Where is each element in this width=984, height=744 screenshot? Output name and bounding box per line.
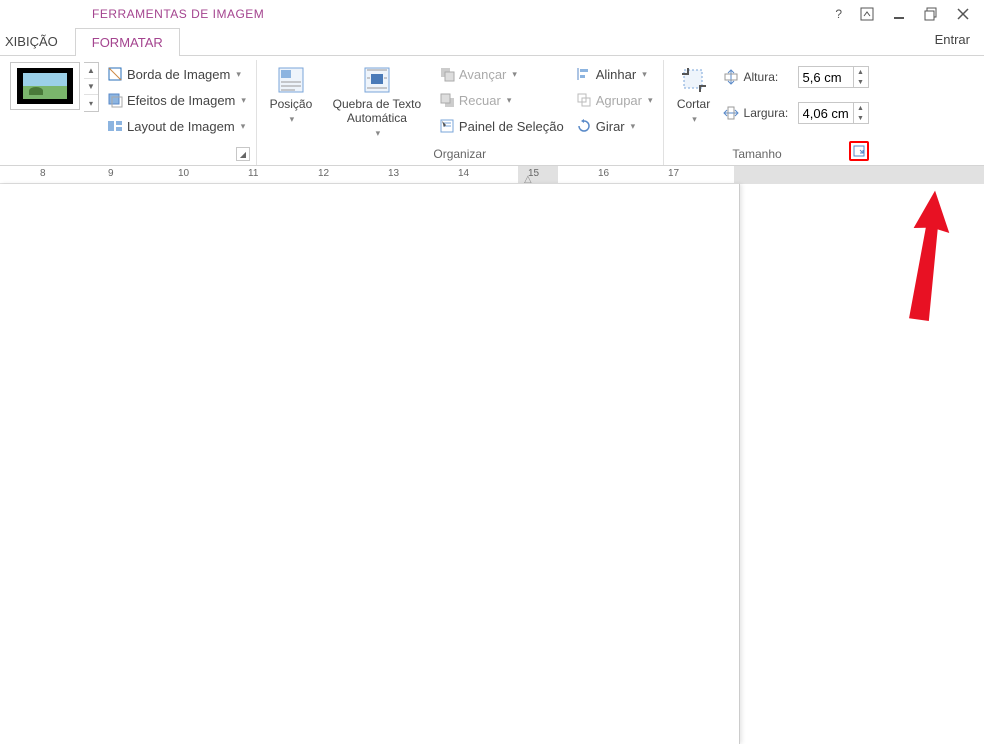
group-icon [576, 92, 592, 108]
crop-label: Cortar [677, 98, 710, 112]
group-button[interactable]: Agrupar ▾ [572, 88, 657, 112]
position-button[interactable]: Posição ▾ [263, 62, 319, 127]
picture-effects-label: Efeitos de Imagem [127, 93, 235, 108]
signin-link[interactable]: Entrar [935, 32, 970, 47]
spin-up-icon[interactable]: ▲ [854, 103, 868, 113]
group-size-label: Tamanho [670, 145, 869, 165]
ruler-number: 9 [108, 168, 114, 179]
group-styles-label: ◢ [10, 145, 250, 165]
selection-pane-button[interactable]: Painel de Seleção [435, 114, 568, 138]
bring-forward-icon [439, 66, 455, 82]
ribbon-tabs: XIBIÇÃO FORMATAR Entrar [0, 28, 984, 56]
page[interactable] [0, 184, 740, 744]
spin-up-icon[interactable]: ▲ [854, 67, 868, 77]
selection-pane-icon [439, 118, 455, 134]
ruler-number: 14 [458, 168, 469, 179]
dropdown-icon: ▾ [507, 95, 512, 106]
context-tab-title: FERRAMENTAS DE IMAGEM [80, 7, 276, 21]
picture-layout-button[interactable]: Layout de Imagem ▾ [103, 114, 250, 138]
picture-effects-button[interactable]: Efeitos de Imagem ▾ [103, 88, 250, 112]
height-label: Altura: [744, 70, 794, 84]
title-bar: FERRAMENTAS DE IMAGEM ? [0, 0, 984, 28]
send-backward-button[interactable]: Recuar ▾ [435, 88, 568, 112]
rotate-icon [576, 118, 592, 134]
tab-exibicao[interactable]: XIBIÇÃO [0, 27, 75, 55]
height-field[interactable] [799, 70, 853, 85]
ruler-number: 11 [248, 168, 258, 179]
crop-button[interactable]: Cortar ▾ [670, 62, 718, 127]
group-picture-styles: ▲ ▼ ▾ Borda de Imagem ▾ Efeitos de Image… [4, 60, 257, 165]
dropdown-icon: ▾ [241, 95, 246, 106]
help-icon[interactable]: ? [835, 7, 842, 21]
spin-down-icon[interactable]: ▼ [854, 77, 868, 87]
gallery-up-icon[interactable]: ▲ [84, 63, 98, 79]
ruler-number: 10 [178, 168, 189, 179]
dropdown-icon: ▾ [642, 69, 647, 80]
height-icon [722, 68, 740, 86]
rotate-label: Girar [596, 119, 625, 134]
horizontal-ruler[interactable]: 8 9 10 11 12 13 14 15 16 17 △ [0, 166, 984, 184]
ruler-number: 13 [388, 168, 399, 179]
picture-effects-icon [107, 92, 123, 108]
align-icon [576, 66, 592, 82]
selection-pane-label: Painel de Seleção [459, 119, 564, 134]
close-icon[interactable] [956, 7, 970, 21]
spin-down-icon[interactable]: ▼ [854, 113, 868, 123]
width-icon [722, 104, 740, 122]
tab-formatar[interactable]: FORMATAR [75, 28, 180, 56]
dropdown-icon: ▾ [236, 69, 241, 80]
group-arrange-label: Organizar [263, 145, 657, 165]
bring-forward-label: Avançar [459, 67, 506, 82]
picture-border-label: Borda de Imagem [127, 67, 230, 82]
dropdown-icon: ▾ [241, 121, 246, 132]
ruler-indent-marker[interactable]: △ [524, 174, 532, 184]
group-arrange: Posição ▾ Quebra de Texto Automática ▾ A… [257, 60, 664, 165]
rotate-button[interactable]: Girar ▾ [572, 114, 657, 138]
window-controls: ? [835, 7, 984, 21]
style-gallery-arrows[interactable]: ▲ ▼ ▾ [84, 62, 99, 112]
document-area[interactable] [0, 184, 984, 744]
ribbon-display-icon[interactable] [860, 7, 874, 21]
bring-forward-button[interactable]: Avançar ▾ [435, 62, 568, 86]
size-launcher-icon[interactable] [849, 141, 869, 161]
ruler-number: 12 [318, 168, 329, 179]
restore-icon[interactable] [924, 7, 938, 21]
group-size: Cortar ▾ Altura: ▲▼ Largura: [664, 60, 875, 165]
dropdown-icon: ▾ [376, 128, 381, 139]
dropdown-icon: ▾ [290, 114, 295, 125]
ruler-number: 17 [668, 168, 679, 179]
wrap-text-button[interactable]: Quebra de Texto Automática ▾ [323, 62, 431, 141]
dropdown-icon: ▾ [648, 95, 653, 106]
send-backward-icon [439, 92, 455, 108]
ruler-number: 8 [40, 168, 46, 179]
minimize-icon[interactable] [892, 7, 906, 21]
gallery-down-icon[interactable]: ▼ [84, 79, 98, 95]
ribbon: ▲ ▼ ▾ Borda de Imagem ▾ Efeitos de Image… [0, 56, 984, 166]
group-label: Agrupar [596, 93, 642, 108]
width-input[interactable]: ▲▼ [798, 102, 869, 124]
width-label: Largura: [744, 106, 794, 120]
dropdown-icon: ▾ [692, 114, 697, 125]
width-field[interactable] [799, 106, 853, 121]
height-input[interactable]: ▲▼ [798, 66, 869, 88]
wrap-text-label: Quebra de Texto Automática [325, 98, 429, 126]
crop-icon [678, 64, 710, 96]
ruler-number: 16 [598, 168, 609, 179]
picture-layout-label: Layout de Imagem [127, 119, 235, 134]
picture-border-icon [107, 66, 123, 82]
picture-border-button[interactable]: Borda de Imagem ▾ [103, 62, 250, 86]
dropdown-icon: ▾ [512, 69, 517, 80]
wrap-text-icon [361, 64, 393, 96]
gallery-more-icon[interactable]: ▾ [84, 95, 98, 111]
position-icon [275, 64, 307, 96]
align-button[interactable]: Alinhar ▾ [572, 62, 657, 86]
picture-layout-icon [107, 118, 123, 134]
position-label: Posição [270, 98, 313, 112]
dropdown-icon: ▾ [631, 121, 636, 132]
picture-style-thumb[interactable] [10, 62, 80, 110]
styles-launcher-icon[interactable]: ◢ [236, 147, 250, 161]
align-label: Alinhar [596, 67, 636, 82]
send-backward-label: Recuar [459, 93, 501, 108]
